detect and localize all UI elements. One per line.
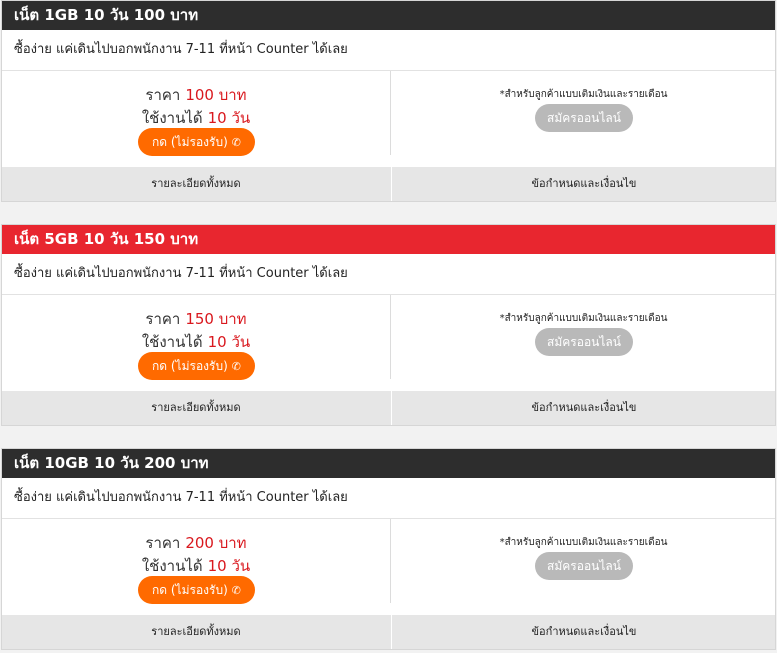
phone-icon: ✆ [231, 584, 241, 597]
validity-value: 10 วัน [207, 109, 251, 127]
apply-online-button[interactable]: สมัครออนไลน์ [535, 552, 633, 580]
price-line: ราคา 200 บาท [2, 531, 390, 555]
plan-title: เน็ต 10GB 10 วัน 200 บาท [2, 449, 775, 478]
plan-card: เน็ต 5GB 10 วัน 150 บาท ซื้อง่าย แค่เดิน… [1, 224, 776, 426]
plan-footer: รายละเอียดทั้งหมด ข้อกำหนดและเงื่อนไข [2, 167, 775, 201]
plan-body: ราคา 150 บาท ใช้งานได้ 10 วัน กด (ไม่รองรั… [2, 295, 775, 391]
details-link[interactable]: รายละเอียดทั้งหมด [2, 615, 390, 649]
plan-apply-column: *สำหรับลูกค้าแบบเติมเงินและรายเดือน สมัค… [391, 519, 776, 615]
price-line: ราคา 100 บาท [2, 83, 390, 107]
dial-button[interactable]: กด (ไม่รองรับ) ✆ [138, 352, 255, 380]
price-value: 100 บาท [185, 86, 247, 104]
dial-button-label: กด (ไม่รองรับ) [152, 135, 228, 149]
plan-title: เน็ต 5GB 10 วัน 150 บาท [2, 225, 775, 254]
validity-label: ใช้งานได้ [141, 333, 203, 351]
validity-line: ใช้งานได้ 10 วัน [2, 330, 390, 354]
price-label: ราคา [145, 534, 181, 552]
validity-line: ใช้งานได้ 10 วัน [2, 554, 390, 578]
validity-label: ใช้งานได้ [141, 557, 203, 575]
validity-line: ใช้งานได้ 10 วัน [2, 106, 390, 130]
apply-online-button[interactable]: สมัครออนไลน์ [535, 104, 633, 132]
apply-online-button[interactable]: สมัครออนไลน์ [535, 328, 633, 356]
plan-apply-column: *สำหรับลูกค้าแบบเติมเงินและรายเดือน สมัค… [391, 295, 776, 391]
plan-card: เน็ต 10GB 10 วัน 200 บาท ซื้อง่าย แค่เดิ… [1, 448, 776, 650]
terms-link[interactable]: ข้อกำหนดและเงื่อนไข [391, 167, 776, 201]
plan-description: ซื้อง่าย แค่เดินไปบอกพนักงาน 7-11 ที่หน้… [2, 254, 775, 295]
eligibility-note: *สำหรับลูกค้าแบบเติมเงินและรายเดือน [499, 537, 668, 548]
details-link[interactable]: รายละเอียดทั้งหมด [2, 391, 390, 425]
validity-value: 10 วัน [207, 333, 251, 351]
dial-button[interactable]: กด (ไม่รองรับ) ✆ [138, 128, 255, 156]
plan-price-column: ราคา 100 บาท ใช้งานได้ 10 วัน กด (ไม่รองรั… [2, 71, 390, 167]
price-value: 150 บาท [185, 310, 247, 328]
plan-footer: รายละเอียดทั้งหมด ข้อกำหนดและเงื่อนไข [2, 615, 775, 649]
eligibility-note: *สำหรับลูกค้าแบบเติมเงินและรายเดือน [499, 313, 668, 324]
phone-icon: ✆ [231, 136, 241, 149]
validity-label: ใช้งานได้ [141, 109, 203, 127]
plan-apply-column: *สำหรับลูกค้าแบบเติมเงินและรายเดือน สมัค… [391, 71, 776, 167]
price-label: ราคา [145, 86, 181, 104]
dial-button[interactable]: กด (ไม่รองรับ) ✆ [138, 576, 255, 604]
plan-footer: รายละเอียดทั้งหมด ข้อกำหนดและเงื่อนไข [2, 391, 775, 425]
plan-price-column: ราคา 200 บาท ใช้งานได้ 10 วัน กด (ไม่รองรั… [2, 519, 390, 615]
plan-body: ราคา 100 บาท ใช้งานได้ 10 วัน กด (ไม่รองรั… [2, 71, 775, 167]
plan-description: ซื้อง่าย แค่เดินไปบอกพนักงาน 7-11 ที่หน้… [2, 30, 775, 71]
terms-link[interactable]: ข้อกำหนดและเงื่อนไข [391, 615, 776, 649]
plan-body: ราคา 200 บาท ใช้งานได้ 10 วัน กด (ไม่รองรั… [2, 519, 775, 615]
plan-title: เน็ต 1GB 10 วัน 100 บาท [2, 1, 775, 30]
validity-value: 10 วัน [207, 557, 251, 575]
plan-description: ซื้อง่าย แค่เดินไปบอกพนักงาน 7-11 ที่หน้… [2, 478, 775, 519]
dial-button-label: กด (ไม่รองรับ) [152, 583, 228, 597]
price-line: ราคา 150 บาท [2, 307, 390, 331]
plan-price-column: ราคา 150 บาท ใช้งานได้ 10 วัน กด (ไม่รองรั… [2, 295, 390, 391]
details-link[interactable]: รายละเอียดทั้งหมด [2, 167, 390, 201]
price-value: 200 บาท [185, 534, 247, 552]
phone-icon: ✆ [231, 360, 241, 373]
eligibility-note: *สำหรับลูกค้าแบบเติมเงินและรายเดือน [499, 89, 668, 100]
plan-card: เน็ต 1GB 10 วัน 100 บาท ซื้อง่าย แค่เดิน… [1, 0, 776, 202]
dial-button-label: กด (ไม่รองรับ) [152, 359, 228, 373]
terms-link[interactable]: ข้อกำหนดและเงื่อนไข [391, 391, 776, 425]
price-label: ราคา [145, 310, 181, 328]
